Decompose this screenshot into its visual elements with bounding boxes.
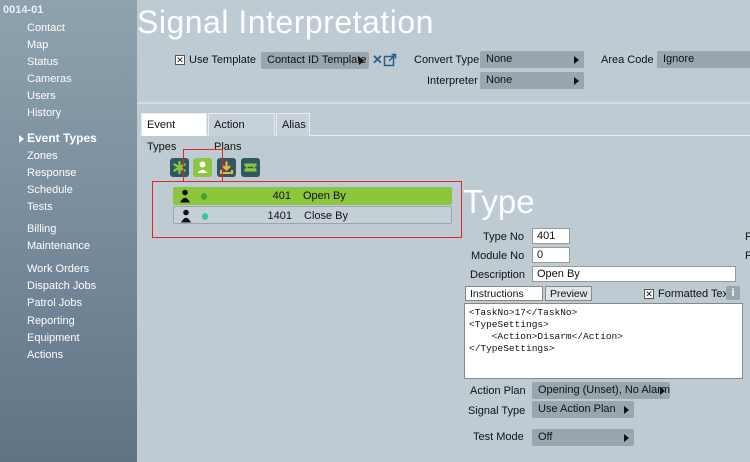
tab-preview[interactable]: Preview [545, 286, 593, 301]
sidebar-item-dispatch-jobs[interactable]: Dispatch Jobs [27, 280, 96, 292]
ticket-icon [244, 163, 257, 172]
module-no-label: Module No [471, 250, 525, 262]
module-no-input[interactable]: 0 [532, 247, 570, 263]
caret-right-icon [624, 434, 629, 442]
test-mode-label: Test Mode [473, 431, 524, 443]
caret-right-icon [574, 56, 579, 64]
convert-type-select[interactable]: None [480, 51, 584, 68]
sidebar-item-zones[interactable]: Zones [27, 150, 58, 162]
header: Signal Interpretation ✕ Use Template Con… [137, 0, 750, 104]
action-plan-select[interactable]: Opening (Unset), No Alarm [532, 382, 670, 399]
tab-event-types[interactable]: Event Types [141, 113, 207, 153]
action-plan-value: Opening (Unset), No Alarm [538, 384, 671, 396]
sidebar-item-work-orders[interactable]: Work Orders [27, 263, 89, 275]
tab-action-plans[interactable]: Action Plans [208, 113, 275, 153]
signal-type-select[interactable]: Use Action Plan [532, 401, 634, 418]
info-icon[interactable]: i [726, 286, 740, 300]
caret-right-icon [660, 387, 665, 395]
use-template-label: Use Template [189, 54, 257, 66]
caret-right-icon [624, 406, 629, 414]
cut-label-2: F [745, 250, 750, 262]
account-number: 0014-01 [3, 4, 44, 16]
page-title: Signal Interpretation [137, 4, 434, 40]
sidebar-item-event-types[interactable]: Event Types [27, 131, 97, 145]
detail-heading: Type [463, 183, 535, 220]
sidebar-item-equipment[interactable]: Equipment [27, 332, 80, 344]
area-code-label: Area Code [601, 54, 654, 66]
tab-alias[interactable]: Alias [276, 113, 310, 136]
interpreter-select[interactable]: None [480, 72, 584, 89]
open-external-icon[interactable] [383, 53, 397, 67]
test-mode-value: Off [538, 431, 553, 443]
interpreter-label: Interpreter [427, 75, 478, 87]
use-template-checkbox[interactable]: ✕ [175, 55, 185, 65]
ticket-button[interactable] [241, 158, 260, 177]
template-select-value: Contact ID Template [267, 54, 367, 66]
instructions-editor[interactable]: <TaskNo>17</TaskNo> <TypeSettings> <Acti… [464, 303, 743, 379]
caret-right-icon [359, 57, 364, 65]
tab-instructions-label: Instructions [470, 288, 524, 300]
area-code-select[interactable]: Ignore [657, 51, 750, 68]
sidebar-item-schedule[interactable]: Schedule [27, 184, 73, 196]
sidebar-item-billing[interactable]: Billing [27, 223, 56, 235]
sidebar-item-reporting[interactable]: Reporting [27, 315, 75, 327]
sidebar-item-cameras[interactable]: Cameras [27, 73, 72, 85]
type-no-label: Type No [483, 231, 524, 243]
convert-type-label: Convert Type [414, 54, 480, 66]
highlight-box-toolbar [183, 149, 223, 182]
test-mode-select[interactable]: Off [532, 429, 634, 446]
sidebar-item-actions[interactable]: Actions [27, 349, 63, 361]
interpreter-value: None [486, 74, 513, 86]
template-select[interactable]: Contact ID Template [261, 52, 369, 69]
description-label: Description [470, 269, 526, 281]
clear-icon[interactable]: ✕ [372, 53, 383, 67]
sidebar-item-map[interactable]: Map [27, 39, 48, 51]
active-caret-icon [19, 135, 24, 143]
area-code-value: Ignore [663, 53, 695, 65]
action-plan-label: Action Plan [470, 385, 526, 397]
sidebar-item-status[interactable]: Status [27, 56, 58, 68]
sidebar-item-contact[interactable]: Contact [27, 22, 65, 34]
sidebar-item-history[interactable]: History [27, 107, 61, 119]
description-input[interactable]: Open By [532, 266, 736, 282]
convert-type-value: None [486, 53, 513, 65]
signal-type-label: Signal Type [468, 405, 526, 417]
formatted-text-label: Formatted Text [658, 288, 732, 300]
sidebar-item-users[interactable]: Users [27, 90, 56, 102]
main-area: Signal Interpretation ✕ Use Template Con… [137, 0, 750, 462]
caret-right-icon [574, 77, 579, 85]
highlight-box-event-list [152, 181, 462, 238]
tab-instructions[interactable]: Instructions M↓ [465, 286, 543, 314]
cut-label-1: F [745, 231, 750, 243]
sidebar-item-patrol-jobs[interactable]: Patrol Jobs [27, 297, 82, 309]
sidebar-item-maintenance[interactable]: Maintenance [27, 240, 90, 252]
type-no-input[interactable]: 401 [532, 228, 570, 244]
sidebar-item-response[interactable]: Response [27, 167, 77, 179]
formatted-text-checkbox[interactable]: ✕ [644, 289, 654, 299]
sidebar-item-tests[interactable]: Tests [27, 201, 53, 213]
sidebar: 0014-01 Contact Map Status Cameras Users… [0, 0, 137, 462]
signal-type-value: Use Action Plan [538, 403, 616, 415]
